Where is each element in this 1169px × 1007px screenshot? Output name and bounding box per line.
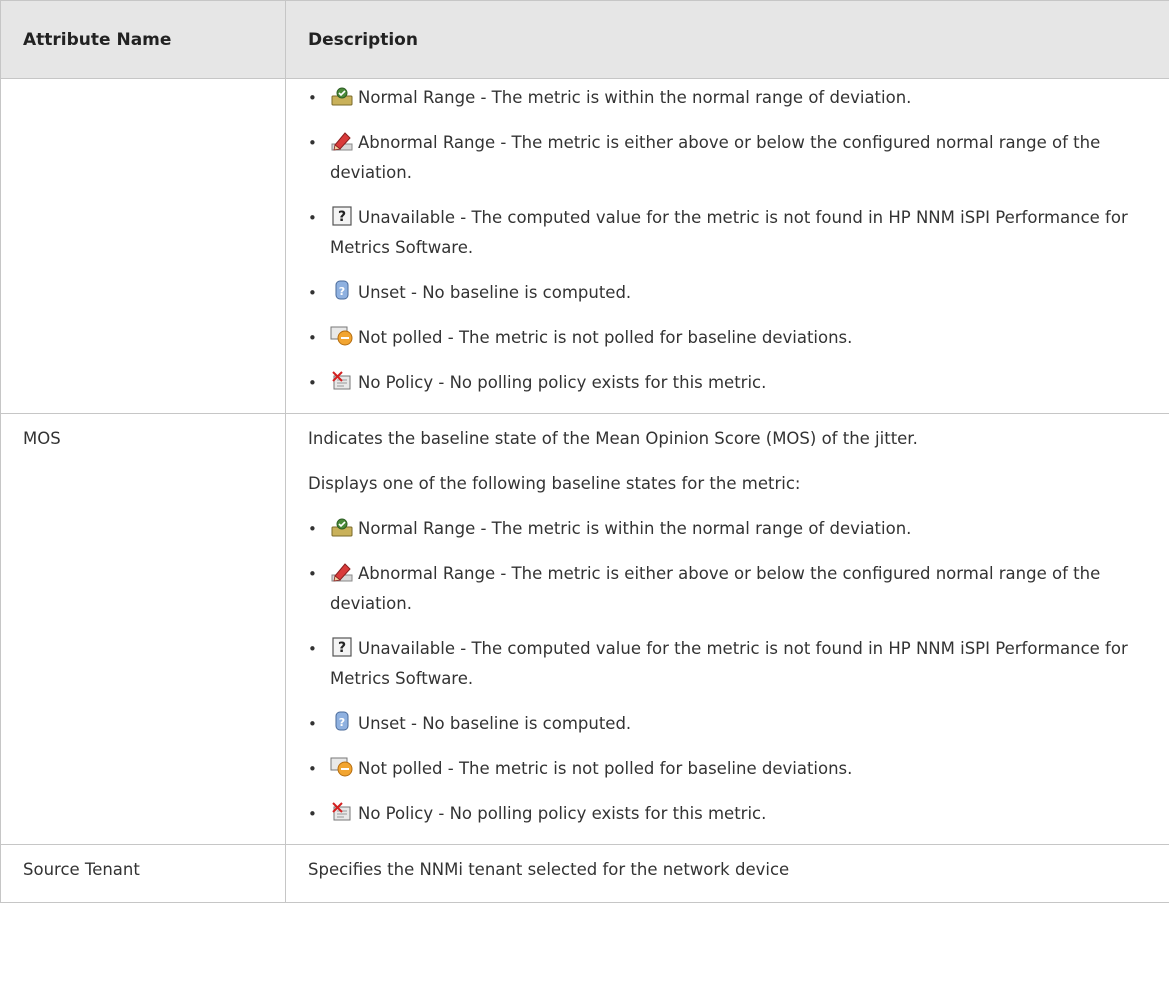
unavailable-icon: [330, 205, 354, 227]
list-item: Normal Range - The metric is within the …: [308, 83, 1155, 113]
list-item: Not polled - The metric is not polled fo…: [308, 754, 1155, 784]
state-text: Not polled - The metric is not polled fo…: [358, 328, 853, 347]
attribute-name-cell: [0, 78, 286, 414]
list-item: Abnormal Range - The metric is either ab…: [308, 559, 1155, 619]
unset-icon: [330, 280, 354, 302]
list-item: Unavailable - The computed value for the…: [308, 203, 1155, 263]
normal-range-icon: [330, 516, 354, 538]
attribute-name-cell: Source Tenant: [0, 844, 286, 903]
state-text: Abnormal Range - The metric is either ab…: [330, 564, 1101, 613]
baseline-state-list: Normal Range - The metric is within the …: [308, 514, 1155, 829]
baseline-state-list: Normal Range - The metric is within the …: [308, 83, 1155, 398]
no-policy-icon: [330, 370, 354, 392]
attributes-table: Attribute Name Description Normal Range …: [0, 0, 1169, 903]
abnormal-range-icon: [330, 561, 354, 583]
column-header-description: Description: [285, 0, 1169, 79]
not-polled-icon: [330, 325, 354, 347]
state-text: Unset - No baseline is computed.: [358, 283, 632, 302]
abnormal-range-icon: [330, 130, 354, 152]
list-item: No Policy - No polling policy exists for…: [308, 799, 1155, 829]
description-cell: Indicates the baseline state of the Mean…: [285, 413, 1169, 845]
state-text: Not polled - The metric is not polled fo…: [358, 759, 853, 778]
description-cell: Normal Range - The metric is within the …: [285, 78, 1169, 414]
mos-intro: Indicates the baseline state of the Mean…: [308, 429, 918, 448]
table-row: MOS Indicates the baseline state of the …: [0, 413, 1169, 845]
header-row: Attribute Name Description: [0, 0, 1169, 79]
list-item: Normal Range - The metric is within the …: [308, 514, 1155, 544]
state-text: Unavailable - The computed value for the…: [330, 208, 1128, 257]
list-item: Not polled - The metric is not polled fo…: [308, 323, 1155, 353]
table-row: Source Tenant Specifies the NNMi tenant …: [0, 844, 1169, 903]
state-text: Normal Range - The metric is within the …: [358, 519, 912, 538]
mos-lead: Displays one of the following baseline s…: [308, 474, 801, 493]
state-text: Normal Range - The metric is within the …: [358, 88, 912, 107]
attribute-name-cell: MOS: [0, 413, 286, 845]
list-item: Abnormal Range - The metric is either ab…: [308, 128, 1155, 188]
state-text: Abnormal Range - The metric is either ab…: [330, 133, 1101, 182]
state-text: Unavailable - The computed value for the…: [330, 639, 1128, 688]
state-text: No Policy - No polling policy exists for…: [358, 373, 767, 392]
list-item: No Policy - No polling policy exists for…: [308, 368, 1155, 398]
unavailable-icon: [330, 636, 354, 658]
unset-icon: [330, 711, 354, 733]
column-header-attribute-name: Attribute Name: [0, 0, 286, 79]
state-text: Unset - No baseline is computed.: [358, 714, 632, 733]
list-item: Unavailable - The computed value for the…: [308, 634, 1155, 694]
list-item: Unset - No baseline is computed.: [308, 278, 1155, 308]
normal-range-icon: [330, 85, 354, 107]
state-text: No Policy - No polling policy exists for…: [358, 804, 767, 823]
no-policy-icon: [330, 801, 354, 823]
not-polled-icon: [330, 756, 354, 778]
description-cell: Specifies the NNMi tenant selected for t…: [285, 844, 1169, 903]
list-item: Unset - No baseline is computed.: [308, 709, 1155, 739]
table-row: Normal Range - The metric is within the …: [0, 78, 1169, 414]
